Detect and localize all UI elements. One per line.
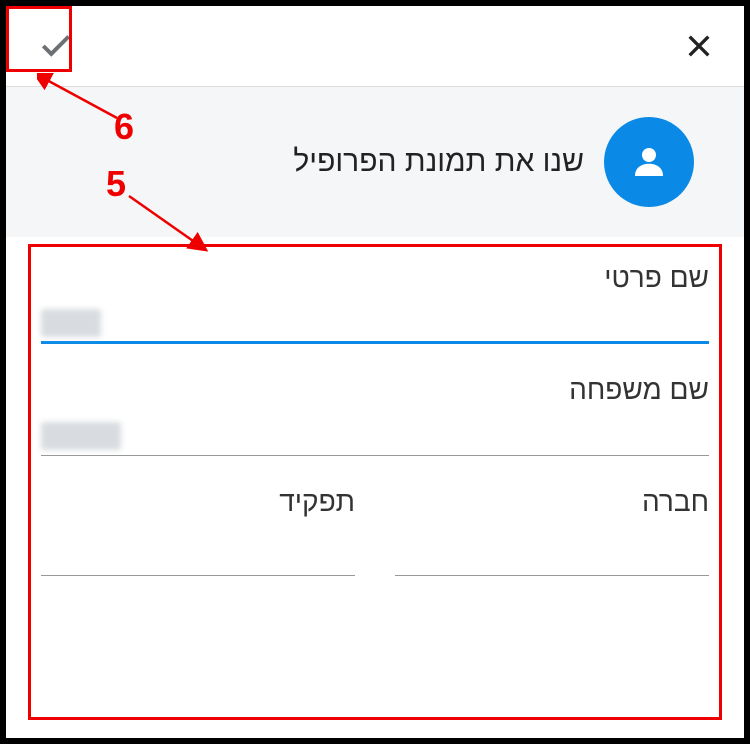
last-name-group: שם משפחה — [41, 374, 709, 456]
check-icon — [37, 27, 75, 65]
last-name-field[interactable] — [41, 416, 709, 456]
company-role-row: חברה תפקיד — [41, 486, 709, 586]
role-field[interactable] — [41, 528, 355, 576]
role-group: תפקיד — [41, 486, 355, 576]
company-label: חברה — [395, 486, 709, 518]
last-name-value — [41, 422, 121, 450]
header-bar — [6, 6, 744, 87]
person-icon — [628, 141, 670, 183]
last-name-label: שם משפחה — [41, 374, 709, 406]
first-name-value — [41, 309, 101, 337]
callout-six: 6 — [114, 106, 134, 148]
avatar-button[interactable] — [604, 117, 694, 207]
company-group: חברה — [395, 486, 709, 576]
form-box: שם פרטי שם משפחה חברה תפקיד — [6, 237, 744, 616]
callout-five: 5 — [106, 163, 126, 205]
company-field[interactable] — [395, 528, 709, 576]
confirm-button[interactable] — [31, 21, 81, 71]
close-icon — [683, 30, 715, 62]
first-name-label: שם פרטי — [41, 262, 709, 294]
role-label: תפקיד — [41, 486, 355, 518]
close-button[interactable] — [679, 26, 719, 66]
first-name-field[interactable] — [41, 304, 709, 344]
first-name-group: שם פרטי — [41, 262, 709, 344]
change-avatar-text[interactable]: שנו את תמונת הפרופיל — [293, 145, 584, 179]
